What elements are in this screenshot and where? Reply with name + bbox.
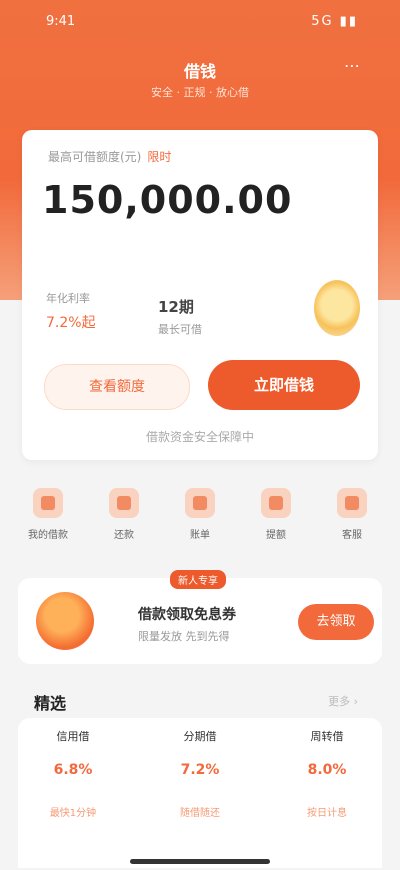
tool-label: 我的借款 (28, 530, 68, 541)
quota-details: 年化利率 7.2%起 12期 最长可借 (22, 280, 378, 340)
quota-label: 最高可借额度(元) 限时 (48, 148, 171, 165)
mascot-icon (314, 280, 360, 336)
product-rate: 6.8% (53, 762, 93, 778)
tool-item[interactable]: 账单 (170, 482, 230, 541)
security-note: 借款资金安全保障中 (145, 430, 254, 444)
tool-item[interactable]: 还款 (94, 482, 154, 541)
section-more-link[interactable]: 更多 › (328, 693, 358, 709)
product-item[interactable]: 信用借 6.8% 最快1分钟 (18, 728, 128, 819)
product-rate: 8.0% (307, 762, 347, 778)
rate-info: 年化利率 7.2%起 (46, 290, 96, 332)
product-rate: 7.2% (180, 762, 220, 778)
page-subtitle: 安全 · 正规 · 放心借 (151, 86, 249, 99)
service-icon (337, 488, 367, 518)
page-title: 借钱 (183, 62, 216, 81)
tool-item[interactable]: 提额 (246, 482, 306, 541)
quota-amount: 150,000.00 (42, 178, 293, 222)
rate-label: 年化利率 (46, 292, 90, 305)
product-desc: 随借随还 (180, 808, 220, 819)
term-value: 12期 (158, 298, 194, 316)
home-indicator[interactable] (130, 859, 270, 864)
rate-value: 7.2%起 (46, 315, 96, 331)
bill-icon (185, 488, 215, 518)
product-desc: 最快1分钟 (49, 808, 97, 819)
tool-label: 提额 (266, 530, 286, 541)
tool-grid: 我的借款 还款 账单 提额 客服 (0, 482, 400, 552)
claim-button[interactable]: 去领取 (298, 604, 374, 640)
status-indicators: 5G ▮▮ (311, 14, 358, 29)
tool-label: 客服 (342, 530, 362, 541)
loan-card: 最高可借额度(元) 限时 150,000.00 年化利率 7.2%起 12期 最长… (22, 130, 378, 460)
quota-tag: 限时 (147, 150, 172, 164)
coupon-icon (36, 592, 94, 650)
term-info: 12期 最长可借 (158, 296, 202, 337)
promo-tag: 新人专享 (170, 570, 226, 589)
product-name: 周转借 (310, 730, 344, 743)
status-time: 9:41 (46, 14, 76, 29)
section-title: 精选 (34, 694, 67, 713)
tool-item[interactable]: 我的借款 (18, 482, 78, 541)
tool-label: 账单 (190, 530, 210, 541)
card-actions: 查看额度 立即借钱 (22, 360, 378, 410)
promo-banner[interactable]: 新人专享 借款领取免息券 限量发放 先到先得 去领取 (18, 570, 382, 664)
wallet-icon (33, 488, 63, 518)
product-desc: 按日计息 (307, 808, 347, 819)
view-quota-button[interactable]: 查看额度 (44, 364, 190, 410)
raise-icon (261, 488, 291, 518)
promo-title: 借款领取免息券 (138, 607, 236, 623)
product-name: 分期借 (183, 730, 217, 743)
term-label: 最长可借 (158, 323, 202, 336)
status-bar: 9:41 5G ▮▮ (0, 14, 400, 34)
quota-label-text: 最高可借额度(元) (48, 150, 142, 164)
tool-label: 还款 (114, 530, 134, 541)
product-item[interactable]: 分期借 7.2% 随借随还 (145, 728, 255, 819)
repay-icon (109, 488, 139, 518)
promo-subtitle: 限量发放 先到先得 (138, 630, 230, 643)
tool-item[interactable]: 客服 (322, 482, 382, 541)
more-icon[interactable]: ⋯ (344, 56, 360, 75)
product-item[interactable]: 周转借 8.0% 按日计息 (272, 728, 382, 819)
product-name: 信用借 (56, 730, 90, 743)
product-list: 信用借 6.8% 最快1分钟 分期借 7.2% 随借随还 周转借 8.0% 按日… (18, 718, 382, 868)
borrow-now-button[interactable]: 立即借钱 (208, 360, 360, 410)
